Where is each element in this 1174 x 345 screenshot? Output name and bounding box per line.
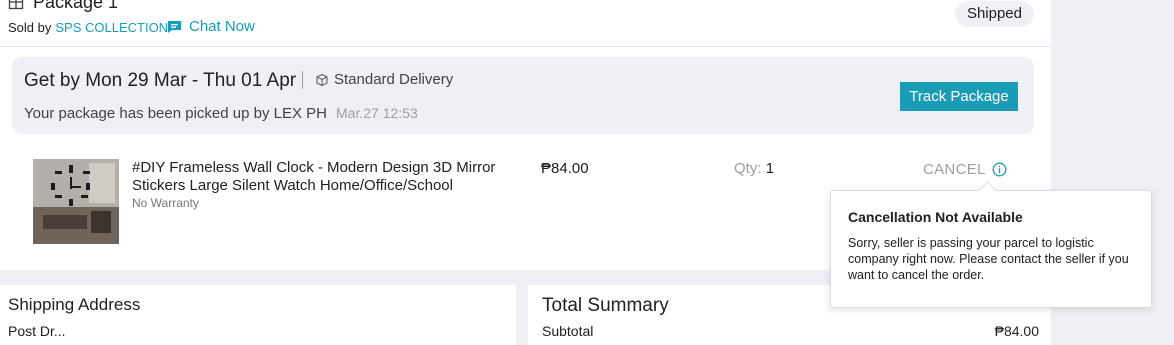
tracking-update: Your package has been picked up by LEX P…	[24, 105, 418, 122]
sold-by-label: Sold by	[8, 20, 52, 35]
quantity-label: Qty:	[734, 160, 762, 177]
product-price: ₱84.00	[541, 160, 589, 177]
chat-now-button[interactable]: Chat Now	[167, 18, 255, 35]
package-title: Package 1	[33, 0, 119, 12]
chat-bubble-icon	[168, 20, 181, 33]
track-package-button[interactable]: Track Package	[900, 82, 1018, 111]
status-badge: Shipped	[954, 1, 1034, 27]
shipping-recipient: Post Dr...	[8, 323, 66, 339]
quantity: Qty: 1	[734, 160, 774, 177]
delivery-estimate: Get by Mon 29 Mar - Thu 01 Apr	[24, 70, 297, 91]
subtotal-value: ₱84.00	[994, 323, 1039, 339]
seller-link[interactable]: SPS COLLECTION	[55, 20, 168, 35]
delivery-box-icon	[316, 73, 328, 86]
quantity-value: 1	[765, 160, 775, 177]
tracking-timestamp: Mar.27 12:53	[336, 105, 418, 121]
tracking-update-text: Your package has been picked up by LEX P…	[24, 105, 327, 122]
cancellation-tooltip: Cancellation Not Available Sorry, seller…	[830, 181, 1152, 308]
delivery-info: Get by Mon 29 Mar - Thu 01 Apr Standard …	[12, 57, 1034, 134]
tooltip-body: Sorry, seller is passing your parcel to …	[848, 236, 1129, 282]
delivery-method-label: Standard Delivery	[334, 71, 454, 88]
sold-by: Sold by SPS COLLECTION	[8, 20, 168, 35]
cancel-label: CANCEL	[923, 161, 986, 178]
shipping-address-card: Shipping Address Post Dr...	[0, 285, 516, 345]
tooltip-title: Cancellation Not Available	[848, 209, 1023, 225]
total-summary-title: Total Summary	[542, 295, 669, 316]
delivery-method: Standard Delivery	[315, 71, 453, 88]
divider	[302, 71, 303, 89]
chat-now-label: Chat Now	[189, 18, 255, 35]
package-header: Package 1 Sold by SPS COLLECTION Chat Now…	[0, 0, 1051, 47]
info-circle-icon[interactable]	[992, 162, 1007, 177]
product-name[interactable]: #DIY Frameless Wall Clock - Modern Desig…	[132, 159, 512, 195]
cancel-button[interactable]: CANCEL	[923, 161, 1007, 178]
gift-box-icon	[8, 0, 24, 10]
subtotal-label: Subtotal	[542, 323, 594, 339]
shipping-address-title: Shipping Address	[8, 295, 141, 314]
warranty-text: No Warranty	[132, 196, 199, 210]
product-thumbnail[interactable]	[33, 159, 119, 244]
